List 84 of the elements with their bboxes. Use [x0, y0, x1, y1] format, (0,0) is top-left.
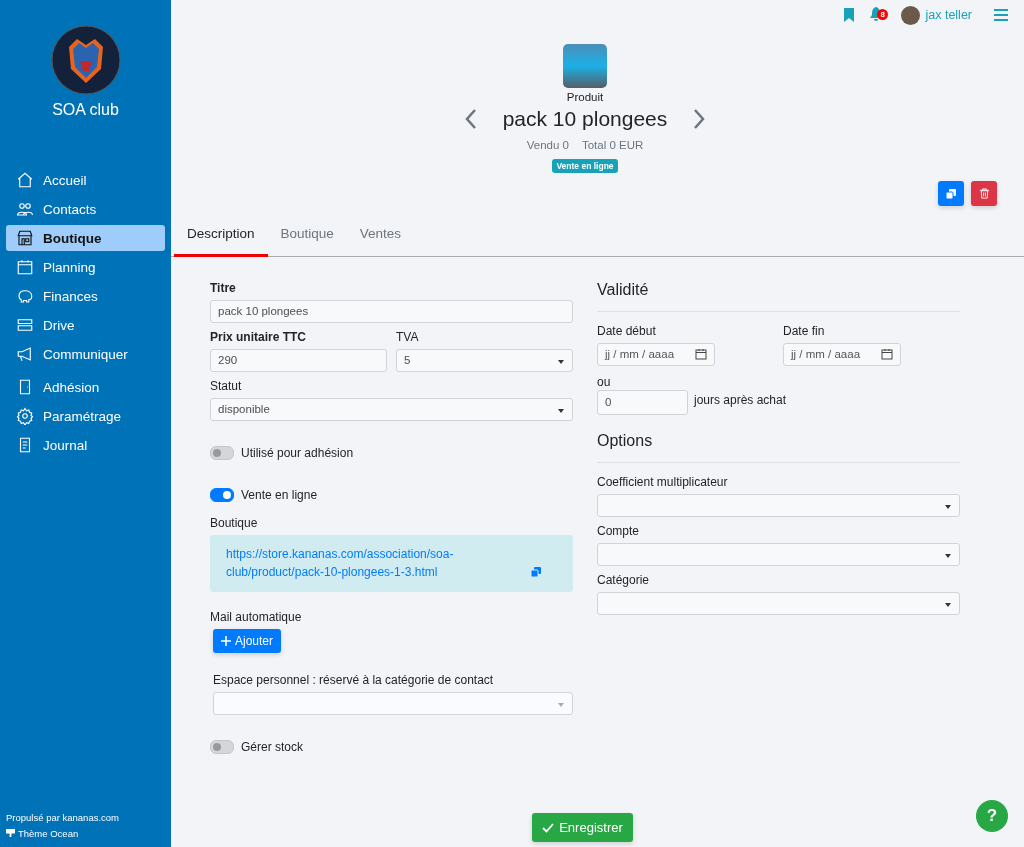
photo-placeholder	[563, 44, 607, 88]
days-suffix: jours après achat	[694, 392, 787, 407]
total-amount: Total 0 EUR	[581, 139, 644, 151]
field-label: Espace personnel : réservé à la catégorie de contact	[213, 672, 495, 687]
title-field[interactable]: pack 10 plongees	[210, 299, 573, 323]
sold-count: Vendu 0	[526, 139, 569, 151]
avatar	[901, 5, 921, 25]
tab[interactable]: Description	[174, 217, 268, 257]
sidebar-item[interactable]: Communiquer	[6, 341, 165, 367]
duplicate-button[interactable]	[938, 181, 964, 206]
club-name: SOA club	[52, 101, 119, 119]
product-title: pack 10 plongees	[502, 107, 668, 131]
shop-link[interactable]: https://store.kananas.com/association/soa-club/product/pack-10-plongees-1-3.html	[226, 544, 544, 581]
field-label: Boutique	[210, 515, 259, 530]
or-label: ou	[597, 374, 612, 389]
vat-select[interactable]: 5	[396, 348, 573, 372]
field-label: Prix unitaire TTC	[210, 329, 308, 344]
field-label: Compte	[597, 523, 641, 538]
theme-link[interactable]: Thème Ocean	[6, 828, 165, 839]
notification-badge: 8	[877, 9, 888, 20]
copy-icon[interactable]	[530, 565, 542, 578]
field-label: Date début	[597, 323, 657, 338]
sidebar-item[interactable]: Finances	[6, 283, 165, 309]
toggle-switch[interactable]	[210, 445, 234, 460]
club-logo	[50, 25, 121, 95]
toggle-switch[interactable]	[210, 487, 234, 502]
sidebar-item[interactable]: Drive	[6, 312, 165, 338]
section-heading: Options	[597, 431, 654, 450]
delete-button[interactable]	[971, 181, 997, 206]
nav-icon	[16, 287, 34, 305]
field-label: Catégorie	[597, 572, 651, 587]
sidebar-item[interactable]: Journal	[6, 432, 165, 458]
sidebar-item[interactable]: Adhésion	[6, 374, 165, 400]
tab[interactable]: Boutique	[267, 217, 347, 257]
sidebar-item[interactable]: Contacts	[6, 196, 165, 222]
calendar-icon[interactable]	[881, 348, 893, 360]
type-label: Produit	[566, 91, 604, 103]
nav-icon	[16, 200, 34, 218]
nav-icon	[16, 171, 34, 189]
toggle-label: Vente en ligne	[241, 487, 318, 502]
section-heading: Validité	[597, 280, 650, 299]
field-label: TVA	[396, 329, 420, 344]
powered-by-link[interactable]: Propulsé par kananas.com	[6, 812, 165, 823]
nav-icon	[16, 345, 34, 363]
save-button[interactable]: Enregistrer	[532, 813, 633, 842]
add-button[interactable]: Ajouter	[213, 628, 282, 653]
toggle-switch[interactable]	[210, 739, 234, 754]
field-label: Titre	[210, 280, 237, 295]
field-label: Statut	[210, 378, 243, 393]
sidebar-item[interactable]: Paramétrage	[6, 403, 165, 429]
select-field[interactable]	[597, 493, 960, 517]
field-label: Mail automatique	[210, 609, 303, 624]
bookmark-icon[interactable]	[843, 8, 856, 22]
calendar-icon[interactable]	[695, 348, 707, 360]
sidebar-item[interactable]: Accueil	[6, 167, 165, 193]
toggle-label: Gérer stock	[241, 739, 303, 754]
previous-icon[interactable]	[464, 109, 477, 129]
sidebar-item[interactable]: Planning	[6, 254, 165, 280]
plus-icon	[221, 635, 231, 646]
status-badge: Vente en ligne	[552, 159, 618, 173]
field-label: Date fin	[783, 323, 826, 338]
days-field[interactable]: 0	[597, 389, 688, 415]
help-button[interactable]: ?	[976, 800, 1008, 832]
toggle-label: Utilisé pour adhésion	[241, 445, 354, 460]
price-field[interactable]: 290	[210, 348, 387, 372]
check-icon	[542, 822, 555, 833]
menu-icon[interactable]	[994, 9, 1008, 21]
paint-roller-icon	[6, 829, 15, 838]
nav-icon	[16, 229, 34, 247]
trash-icon	[978, 188, 990, 199]
user-name-link[interactable]: jax teller	[925, 8, 972, 22]
nav-icon	[16, 258, 34, 276]
tab[interactable]: Ventes	[346, 217, 415, 257]
date-field[interactable]: jj / mm / aaaa	[783, 342, 901, 366]
nav-icon	[16, 316, 34, 334]
date-field[interactable]: jj / mm / aaaa	[597, 342, 715, 366]
next-icon[interactable]	[693, 109, 706, 129]
field-label: Coefficient multiplicateur	[597, 474, 729, 489]
select-field[interactable]	[597, 591, 960, 615]
select-field[interactable]	[597, 542, 960, 566]
status-select[interactable]: disponible	[210, 397, 573, 421]
sidebar-item[interactable]: Boutique	[6, 225, 165, 251]
copy-icon	[945, 187, 957, 200]
nav-icon	[16, 407, 34, 425]
